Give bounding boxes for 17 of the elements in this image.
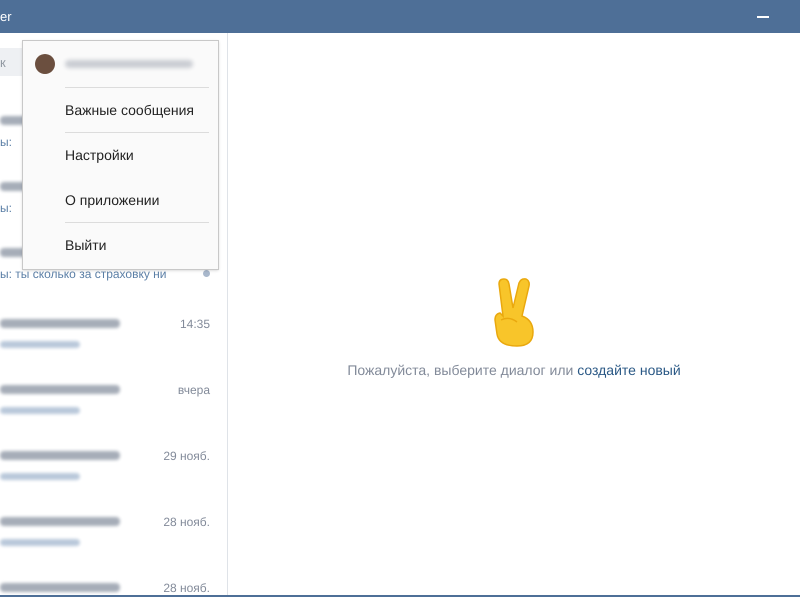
message-preview: ы: xyxy=(0,200,12,216)
dialog-time: 28 нояб. xyxy=(163,580,210,595)
empty-state-message: Пожалуйста, выберите диалог или создайте новый xyxy=(347,360,681,380)
create-new-link[interactable]: создайте новый xyxy=(577,362,681,378)
menu-item[interactable]: Важные сообщения xyxy=(23,88,218,132)
message-preview: ы: xyxy=(0,134,12,150)
menu-item[interactable]: Выйти xyxy=(23,223,218,267)
avatar xyxy=(35,54,55,74)
dialog-time: 14:35 xyxy=(180,316,210,332)
dialog-time: вчера xyxy=(178,382,210,398)
dialog-time: 28 нояб. xyxy=(163,514,210,530)
menu-item[interactable]: О приложении xyxy=(23,178,218,222)
message-preview: ы: ты сколько за страховку ни xyxy=(0,266,167,282)
window-title: er xyxy=(0,8,12,26)
menu-item[interactable]: Настройки xyxy=(23,133,218,177)
dialog-time: 29 нояб. xyxy=(163,448,210,464)
minimize-icon xyxy=(757,16,769,18)
